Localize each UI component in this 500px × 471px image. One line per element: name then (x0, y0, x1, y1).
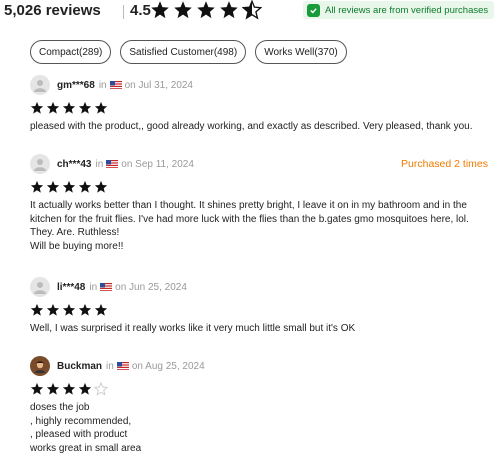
star-filled-icon (46, 303, 60, 316)
star-filled-icon (46, 180, 60, 193)
review-meta: in on Jun 25, 2024 (89, 281, 187, 293)
star-filled-icon (94, 303, 108, 316)
avatar (30, 75, 50, 95)
avatar (30, 154, 50, 174)
reviewer-name: gm***68 (57, 79, 95, 91)
star-empty-icon (94, 382, 108, 396)
review-meta: in on Aug 25, 2024 (106, 360, 205, 372)
star-filled-icon (30, 303, 44, 316)
reviewer-name: Buckman (57, 360, 103, 372)
star-filled-icon (151, 1, 169, 19)
star-filled-icon (30, 382, 44, 395)
purchased-count: Purchased 2 times (401, 158, 488, 170)
us-flag-icon (109, 81, 122, 89)
reviewer-name: li***48 (57, 281, 86, 293)
verified-purchases-text: All reviews are from verified purchases (325, 4, 489, 16)
star-filled-icon (78, 101, 92, 114)
review-text: Well, I was surprised it really works li… (30, 323, 356, 334)
review-date: on Jun 25, 2024 (115, 281, 187, 293)
star-filled-icon (30, 101, 44, 114)
verified-purchases-badge: All reviews are from verified purchases (303, 1, 495, 19)
reviews-header: 5,026 reviews 4.5 All reviews are from v… (4, 0, 496, 24)
star-filled-icon (78, 180, 92, 193)
review-filter-chips: Compact(289) Satisfied Customer(498) Wor… (30, 40, 347, 64)
review-text: pleased with the product,, good already … (30, 121, 473, 132)
star-filled-icon (46, 101, 60, 114)
star-filled-icon (78, 382, 92, 395)
star-filled-icon (46, 382, 60, 395)
us-flag-icon (116, 362, 129, 370)
star-filled-icon (30, 180, 44, 193)
star-filled-icon (94, 180, 108, 193)
review-stars (30, 101, 494, 115)
us-flag-icon (106, 160, 119, 168)
review-stars (30, 303, 494, 317)
review-text: It actually works better than I thought.… (30, 200, 469, 252)
star-half-icon (242, 0, 262, 20)
review-count: 5,026 reviews (4, 2, 101, 19)
reviewer-name: ch***43 (57, 158, 92, 170)
filter-chip-satisfied-customer[interactable]: Satisfied Customer(498) (120, 40, 247, 64)
average-rating-stars (150, 0, 262, 20)
filter-chip-compact[interactable]: Compact(289) (30, 40, 112, 64)
filter-chip-works-well[interactable]: Works Well(370) (255, 40, 347, 64)
star-filled-icon (62, 180, 76, 193)
star-filled-icon (78, 303, 92, 316)
review-item: li***48 in on Jun 25, 2024 Well, I was s… (30, 277, 494, 336)
avatar (30, 356, 50, 376)
review-text: doses the job , highly recommended, , pl… (30, 402, 142, 454)
review-stars (30, 180, 494, 194)
user-icon (34, 80, 46, 92)
review-item: Buckman in on Aug 25, 2024 doses the job… (30, 356, 494, 455)
us-flag-icon (100, 283, 113, 291)
header-divider (123, 5, 124, 19)
review-date: on Jul 31, 2024 (124, 79, 193, 91)
star-filled-icon (174, 1, 192, 19)
review-meta: in on Sep 11, 2024 (95, 158, 194, 170)
user-icon (34, 159, 46, 171)
review-meta: in on Jul 31, 2024 (98, 79, 193, 91)
avatar (30, 277, 50, 297)
average-rating: 4.5 (130, 2, 151, 19)
star-filled-icon (62, 303, 76, 316)
star-filled-icon (62, 101, 76, 114)
star-filled-icon (62, 382, 76, 395)
review-stars (30, 382, 494, 396)
shield-check-icon (307, 3, 320, 17)
review-item: ch***43 in on Sep 11, 2024 Purchased 2 t… (30, 154, 494, 253)
star-filled-icon (197, 1, 215, 19)
star-filled-icon (94, 101, 108, 114)
review-date: on Sep 11, 2024 (121, 158, 194, 170)
star-filled-icon (220, 1, 238, 19)
review-item: gm***68 in on Jul 31, 2024 pleased with … (30, 75, 494, 134)
user-icon (34, 282, 46, 294)
review-date: on Aug 25, 2024 (131, 360, 205, 372)
user-photo-icon (35, 361, 45, 373)
